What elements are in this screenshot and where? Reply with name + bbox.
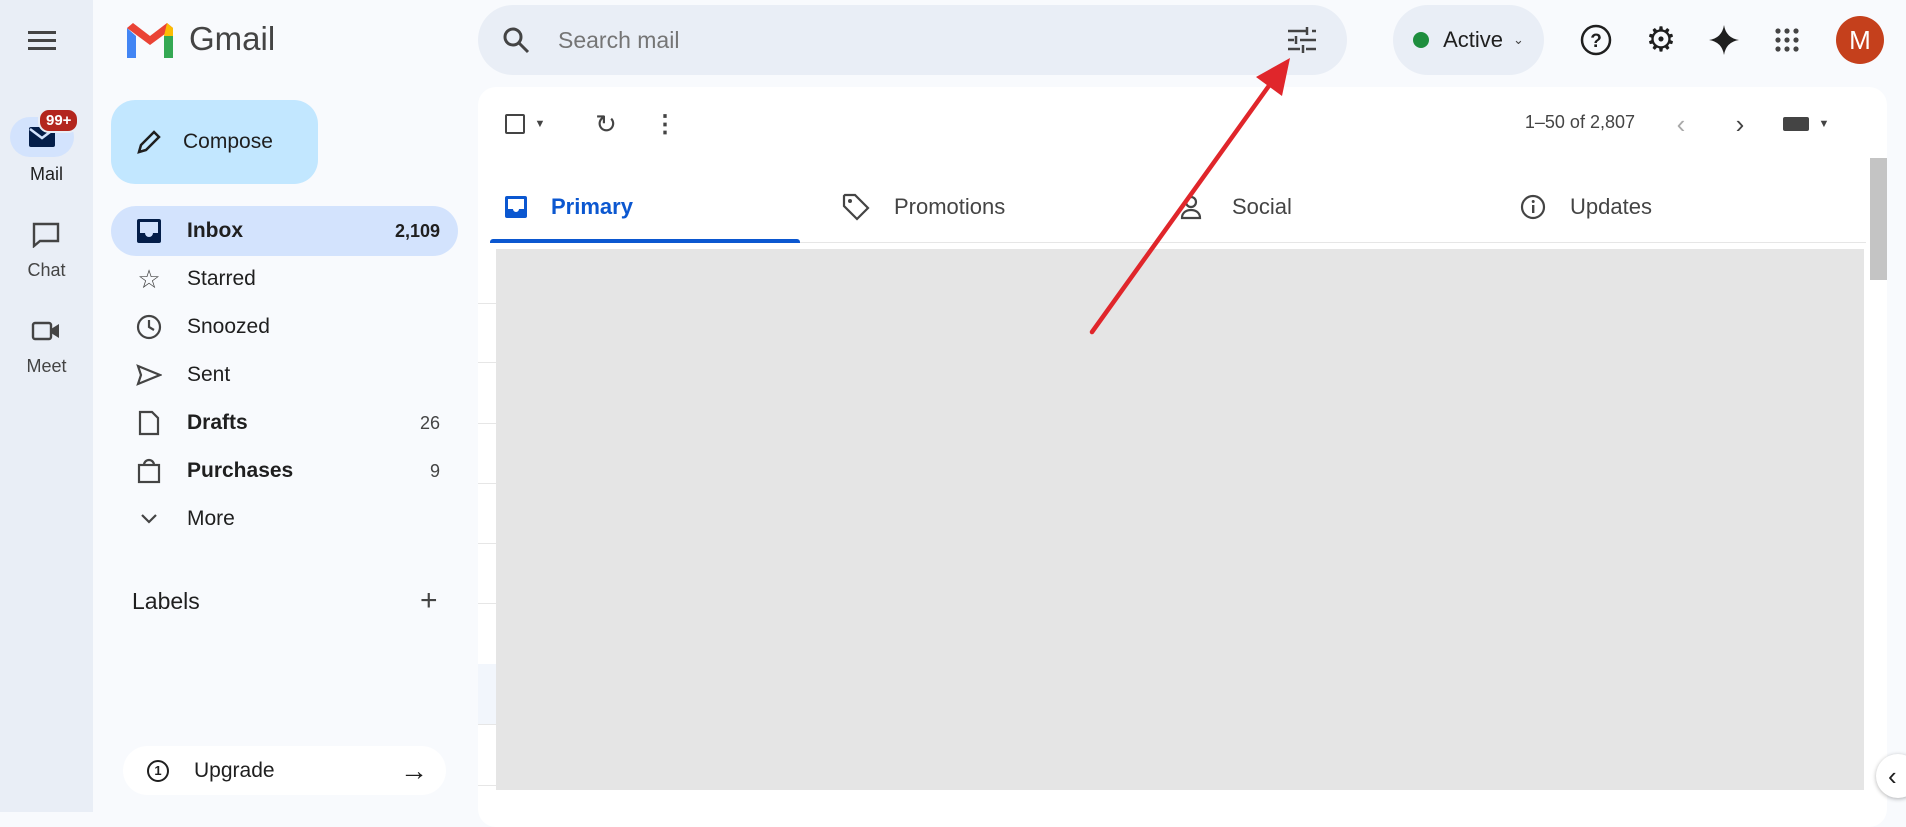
tab-promotions[interactable]: Promotions	[842, 170, 1005, 243]
redacted-email-list	[496, 249, 1864, 790]
gemini-sparkle-icon[interactable]	[1704, 20, 1744, 60]
compose-label: Compose	[183, 130, 273, 153]
menu-icon[interactable]	[22, 20, 62, 60]
nav-item-label: Sent	[187, 363, 231, 386]
upgrade-icon: 1	[147, 759, 169, 782]
chevron-down-icon	[129, 513, 169, 525]
avatar[interactable]: M	[1836, 16, 1884, 64]
compose-button[interactable]: Compose	[111, 100, 318, 184]
file-icon	[129, 410, 169, 436]
search-icon	[503, 27, 530, 54]
mail-badge: 99+	[38, 108, 80, 133]
next-page-icon[interactable]: ›	[1725, 108, 1755, 140]
status-dot-icon	[1413, 32, 1430, 48]
nav-item-label: Purchases	[187, 459, 294, 482]
more-vert-icon[interactable]: ⋮	[650, 108, 680, 140]
tab-label: Updates	[1570, 193, 1652, 219]
bag-icon	[129, 458, 169, 484]
row-divider	[478, 362, 496, 363]
row-divider	[478, 603, 496, 604]
rail-chat-label[interactable]: Chat	[0, 260, 93, 281]
search-input[interactable]	[558, 26, 1238, 54]
settings-gear-icon[interactable]: ⚙	[1641, 20, 1681, 60]
app-title: Gmail	[189, 20, 276, 57]
nav-item-more[interactable]: More	[111, 494, 458, 544]
row-divider	[478, 543, 496, 544]
rail-meet-label[interactable]: Meet	[0, 356, 93, 377]
search-options-icon[interactable]	[1287, 27, 1317, 53]
tag-icon	[842, 193, 870, 221]
tab-label: Primary	[551, 193, 633, 219]
row-divider	[478, 483, 496, 484]
nav-item-purchases[interactable]: Purchases 9	[111, 446, 458, 496]
clock-icon	[129, 314, 169, 340]
nav-item-snoozed[interactable]: Snoozed	[111, 302, 458, 352]
nav-item-label: Starred	[187, 267, 256, 290]
arrow-right-icon: →	[400, 754, 428, 786]
tab-label: Social	[1232, 193, 1292, 219]
upgrade-label: Upgrade	[194, 758, 275, 782]
video-icon[interactable]	[26, 316, 66, 346]
row-divider	[478, 423, 496, 424]
rail-mail-label: Mail	[29, 164, 63, 184]
people-icon	[1180, 195, 1202, 219]
nav-item-count: 9	[429, 460, 440, 481]
nav-item-drafts[interactable]: Drafts 26	[111, 398, 458, 448]
tab-social[interactable]: Social	[1180, 170, 1292, 243]
active-tab-indicator	[490, 239, 800, 243]
tab-primary[interactable]: Primary	[505, 170, 633, 243]
tab-updates[interactable]: Updates	[1520, 170, 1652, 243]
status-dropdown[interactable]: Active ⌄	[1393, 5, 1544, 75]
inbox-icon	[129, 219, 169, 243]
refresh-icon[interactable]: ↻	[590, 108, 622, 140]
scrollbar-thumb[interactable]	[1870, 158, 1887, 280]
row-divider	[478, 724, 496, 725]
email-row-highlight[interactable]	[478, 664, 496, 724]
gmail-logo[interactable]	[127, 22, 173, 58]
nav-item-label: Drafts	[187, 411, 248, 434]
svg-text:?: ?	[1590, 31, 1602, 52]
nav-item-starred[interactable]: ☆ Starred	[111, 254, 458, 304]
nav-item-inbox[interactable]: Inbox 2,109	[111, 206, 458, 256]
info-icon	[1520, 194, 1546, 219]
chevron-down-icon: ⌄	[1513, 32, 1524, 47]
chat-icon[interactable]	[26, 220, 66, 250]
star-icon: ☆	[137, 263, 161, 294]
nav-item-count: 26	[419, 412, 440, 433]
pencil-icon	[137, 130, 161, 154]
row-divider	[478, 785, 496, 786]
row-divider	[478, 303, 496, 304]
nav-item-label: Snoozed	[187, 315, 270, 338]
apps-grid-icon[interactable]	[1767, 20, 1807, 60]
help-icon[interactable]: ?	[1576, 20, 1616, 60]
nav-item-sent[interactable]: Sent	[111, 350, 458, 400]
select-checkbox[interactable]: ▼	[500, 108, 550, 140]
search-bar[interactable]	[478, 5, 1347, 75]
status-label: Active	[1443, 27, 1503, 52]
send-icon	[129, 364, 169, 386]
labels-heading: Labels	[132, 588, 200, 614]
prev-page-icon[interactable]: ‹	[1666, 108, 1696, 140]
inbox-icon	[505, 195, 527, 218]
input-tools-keyboard-icon[interactable]: ▼	[1778, 110, 1834, 138]
upgrade-button[interactable]: 1 Upgrade →	[123, 746, 446, 795]
pager-text: 1–50 of 2,807	[1524, 112, 1635, 132]
nav-item-label: Inbox	[187, 219, 243, 242]
add-label-icon[interactable]: +	[420, 584, 438, 618]
tab-label: Promotions	[894, 193, 1006, 219]
nav-item-count: 2,109	[394, 220, 440, 241]
nav-item-label: More	[187, 507, 235, 530]
